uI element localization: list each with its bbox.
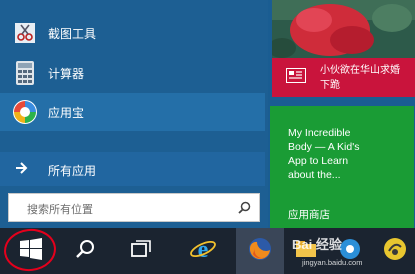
firefox-taskbar-button[interactable] [236,228,284,274]
search-box[interactable]: 搜索所有位置 [8,193,260,222]
app-label: 截图工具 [48,26,97,41]
all-apps-button[interactable]: 所有应用 [0,152,265,186]
all-apps-label: 所有应用 [48,164,97,178]
taskbar: e [0,228,415,274]
ie-taskbar-button[interactable]: e [180,228,226,274]
arrow-right-icon [14,161,28,180]
app-label: 应用宝 [48,105,85,120]
svg-text:e: e [198,237,209,263]
taskbar-search-button[interactable] [62,228,108,274]
app-item-snipping-tool[interactable]: 截图工具 [0,14,265,52]
task-view-icon [130,239,152,263]
app-icon [383,237,407,266]
search-icon [75,239,95,264]
news-tile[interactable]: 小伙欲在华山求婚 下跪 [272,58,415,97]
store-tile[interactable]: My Incredible Body — A Kid's App to Lear… [270,106,414,228]
watermark-url: jingyan.baidu.com [302,258,363,267]
firefox-icon [247,236,273,267]
store-app-title: My Incredible Body — A Kid's App to Lear… [288,127,360,181]
app-label: 计算器 [48,66,85,81]
watermark-logo: Bai 经验 [292,237,342,252]
news-headline: 小伙欲在华山求婚 下跪 [320,65,400,91]
app-taskbar-button[interactable] [376,228,414,274]
photo-tile[interactable] [272,0,415,58]
app-store-icon [12,99,38,125]
search-icon[interactable] [238,201,251,219]
calculator-icon [12,60,38,86]
store-label: 应用商店 [288,209,330,221]
app-item-calculator[interactable]: 计算器 [0,54,265,92]
search-placeholder: 搜索所有位置 [27,204,93,216]
internet-explorer-icon: e [189,235,217,268]
scissors-icon [12,20,38,46]
task-view-button[interactable] [118,228,164,274]
news-icon [286,68,306,83]
app-item-yingyongbao[interactable]: 应用宝 [0,93,265,131]
